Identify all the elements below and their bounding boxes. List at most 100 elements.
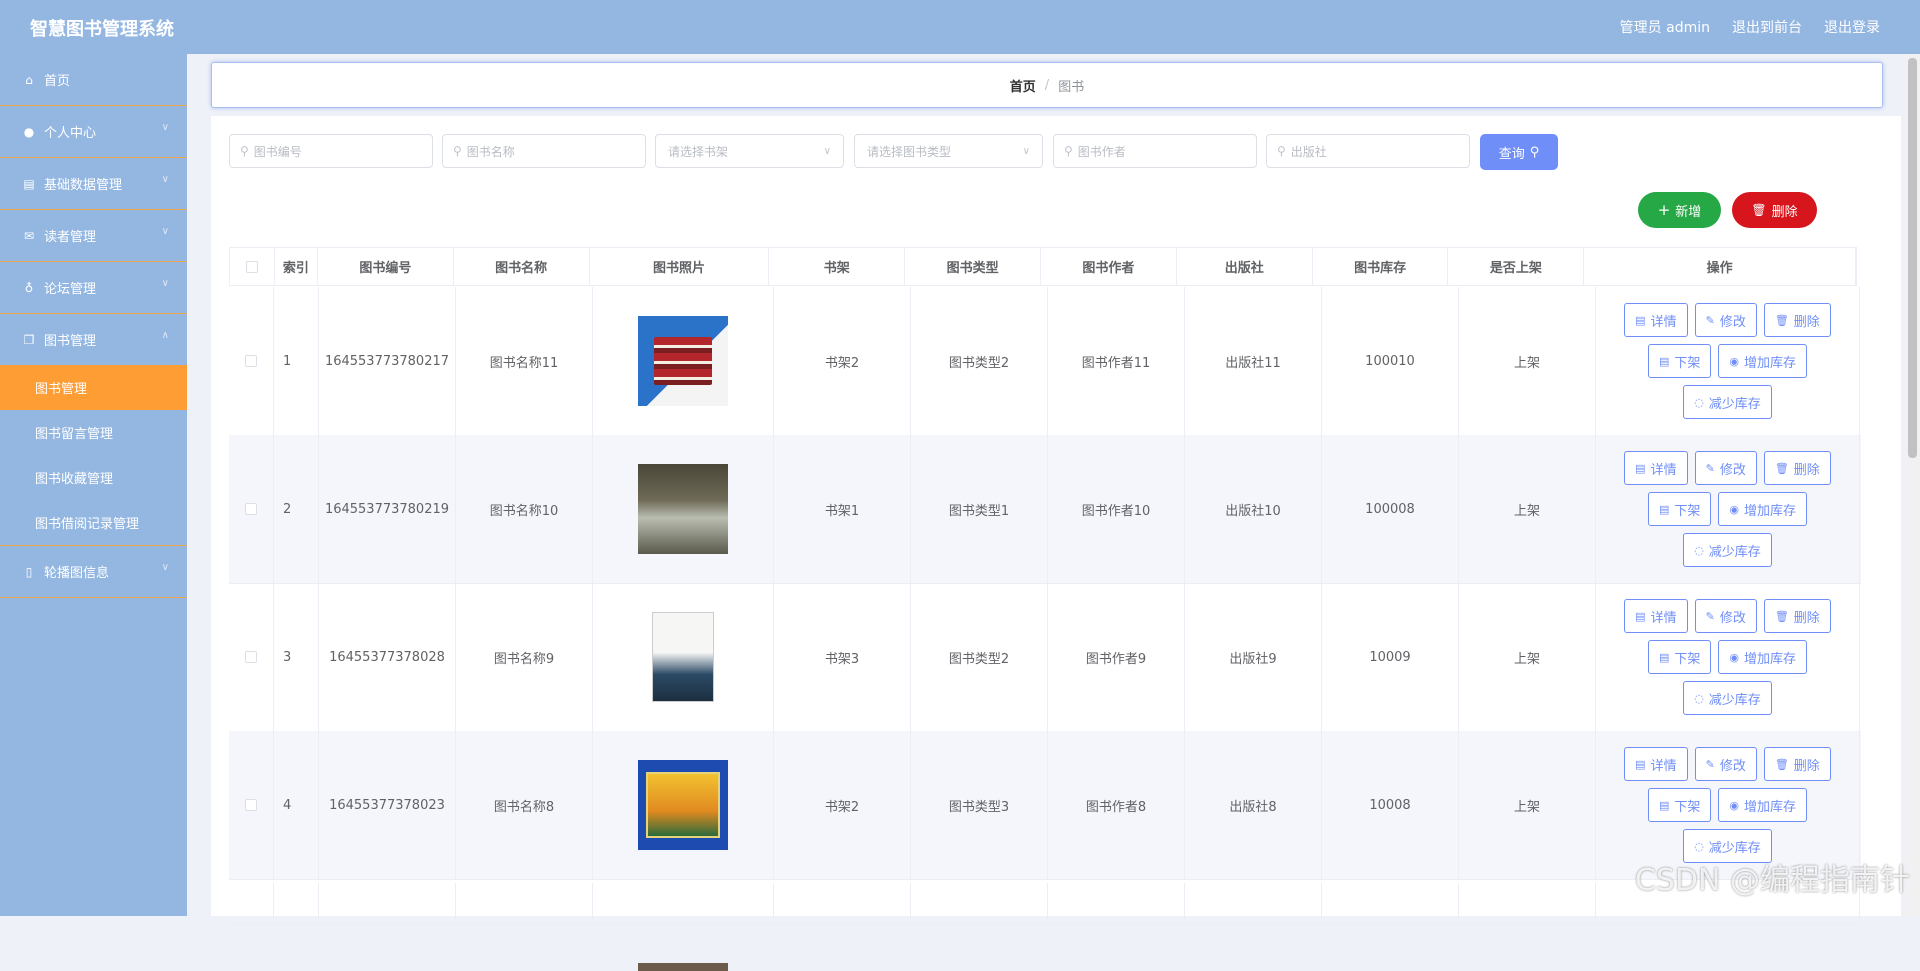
location-icon: ◉: [1729, 354, 1739, 368]
edit-button[interactable]: ✎ 修改: [1694, 451, 1757, 485]
add-stock-button[interactable]: ◉ 增加库存: [1718, 344, 1808, 378]
cell-shelf: 书架2: [774, 287, 911, 435]
op-label: 删除: [1793, 610, 1820, 626]
sidebar-subitem-borrow-records[interactable]: 图书借阅记录管理: [0, 500, 187, 546]
shelf-select[interactable]: 请选择书架 ∨: [655, 134, 844, 168]
reduce-stock-button[interactable]: ◌ 减少库存: [1683, 533, 1772, 567]
row-checkbox[interactable]: [245, 355, 257, 367]
edit-button[interactable]: ✎ 修改: [1694, 303, 1757, 337]
logout-link[interactable]: 退出登录: [1824, 17, 1880, 37]
bulb-icon: ◌: [1694, 543, 1704, 557]
op-label: 增加库存: [1744, 355, 1797, 371]
cell-stock: 100010: [1322, 287, 1459, 435]
add-label: 新增: [1675, 204, 1702, 220]
offshelf-button[interactable]: ▤ 下架: [1647, 640, 1712, 674]
breadcrumb-separator: /: [1044, 77, 1050, 93]
delete-button[interactable]: 🗑 删除: [1763, 303, 1831, 337]
offshelf-button[interactable]: ▤ 下架: [1647, 788, 1712, 822]
table-row: [229, 883, 1861, 971]
offshelf-button[interactable]: ▤ 下架: [1647, 344, 1712, 378]
location-icon: ◉: [1729, 798, 1739, 812]
sidebar-item-readers[interactable]: ✉ 读者管理 ∨: [0, 210, 187, 262]
cell-stock: 100008: [1322, 435, 1459, 583]
document-icon: ▤: [1635, 609, 1646, 623]
edit-button[interactable]: ✎ 修改: [1694, 599, 1757, 633]
cell-status: 上架: [1459, 583, 1596, 731]
edit-icon: ✎: [1705, 313, 1715, 327]
add-button[interactable]: + 新增: [1638, 192, 1721, 228]
detail-button[interactable]: ▤ 详情: [1624, 451, 1688, 485]
exit-to-front-link[interactable]: 退出到前台: [1732, 17, 1802, 37]
sidebar-item-label: 图书管理: [44, 334, 97, 349]
add-stock-button[interactable]: ◉ 增加库存: [1718, 788, 1808, 822]
plus-icon: +: [1657, 201, 1671, 219]
reduce-stock-button[interactable]: ◌ 减少库存: [1683, 385, 1772, 419]
select-all-checkbox[interactable]: [245, 260, 258, 273]
sidebar-item-basic-data[interactable]: ▤ 基础数据管理 ∨: [0, 158, 187, 210]
row-checkbox[interactable]: [245, 651, 257, 663]
batch-delete-button[interactable]: 🗑 删除: [1732, 192, 1817, 228]
scrollbar-thumb[interactable]: [1908, 58, 1917, 458]
cell-book-no: 164553773780217: [319, 287, 456, 435]
book-type-select[interactable]: 请选择图书类型 ∨: [854, 134, 1043, 168]
app-title: 智慧图书管理系统: [30, 19, 174, 40]
edit-icon: ✎: [1705, 757, 1715, 771]
cell-book-type: 图书类型3: [911, 731, 1048, 879]
publisher-search-input[interactable]: ⚲ 出版社: [1266, 134, 1470, 168]
add-stock-button[interactable]: ◉ 增加库存: [1718, 640, 1808, 674]
cell-book-type: 图书类型2: [911, 583, 1048, 731]
detail-button[interactable]: ▤ 详情: [1624, 303, 1688, 337]
cell-book-type: 图书类型2: [911, 287, 1048, 435]
op-label: 减少库存: [1708, 544, 1761, 560]
book-image: [638, 963, 728, 971]
trash-icon: 🗑: [1751, 203, 1767, 217]
top-bar: 智慧图书管理系统 管理员 admin 退出到前台 退出登录: [0, 0, 1920, 54]
delete-button[interactable]: 🗑 删除: [1763, 599, 1831, 633]
sidebar-subitem-book-favorites[interactable]: 图书收藏管理: [0, 455, 187, 500]
sidebar-subitem-book-comments[interactable]: 图书留言管理: [0, 410, 187, 455]
vertical-scrollbar[interactable]: [1905, 54, 1920, 916]
sidebar-item-personal-center[interactable]: ● 个人中心 ∨: [0, 106, 187, 158]
sidebar-item-forum[interactable]: ♁ 论坛管理 ∨: [0, 262, 187, 314]
sidebar-subitem-label: 图书收藏管理: [35, 472, 114, 487]
query-button[interactable]: 查询 ⚲: [1480, 134, 1558, 170]
delete-button[interactable]: 🗑 删除: [1763, 747, 1831, 781]
edit-button[interactable]: ✎ 修改: [1694, 747, 1757, 781]
offshelf-button[interactable]: ▤ 下架: [1647, 492, 1712, 526]
sidebar-item-home[interactable]: ⌂ 首页: [0, 54, 187, 106]
book-no-search-input[interactable]: ⚲ 图书编号: [229, 134, 433, 168]
op-label: 下架: [1674, 355, 1701, 371]
phone-icon: ▯: [25, 564, 33, 579]
detail-button[interactable]: ▤ 详情: [1624, 747, 1688, 781]
cell-status: 上架: [1459, 287, 1596, 435]
trash-icon: 🗑: [1774, 609, 1789, 623]
cell-book-type: 图书类型1: [911, 435, 1048, 583]
search-icon: ⚲: [1277, 144, 1286, 158]
sidebar-subitem-book-management[interactable]: 图书管理: [0, 365, 187, 410]
delete-button[interactable]: 🗑 删除: [1763, 451, 1831, 485]
reduce-stock-button[interactable]: ◌ 减少库存: [1683, 681, 1772, 715]
microphone-icon: ♁: [24, 280, 34, 295]
op-label: 删除: [1793, 462, 1820, 478]
cell-book-image: [593, 287, 774, 435]
book-name-search-input[interactable]: ⚲ 图书名称: [442, 134, 646, 168]
document-icon: ▤: [1658, 650, 1670, 664]
column-header: 操作: [1584, 248, 1856, 285]
author-search-input[interactable]: ⚲ 图书作者: [1053, 134, 1257, 168]
column-header: 是否上架: [1448, 248, 1585, 285]
breadcrumb-home[interactable]: 首页: [1010, 76, 1036, 95]
op-label: 减少库存: [1708, 396, 1761, 412]
row-checkbox[interactable]: [245, 799, 257, 811]
op-label: 删除: [1793, 758, 1820, 774]
cell-author: 图书作者11: [1048, 287, 1185, 435]
sidebar: ⌂ 首页 ● 个人中心 ∨ ▤ 基础数据管理 ∨ ✉ 读者管理 ∨ ♁ 论坛管理…: [0, 54, 187, 916]
op-label: 详情: [1650, 462, 1677, 478]
cell-book-image: [593, 731, 774, 879]
row-checkbox[interactable]: [245, 503, 257, 515]
column-header: 图书照片: [590, 248, 770, 285]
add-stock-button[interactable]: ◉ 增加库存: [1718, 492, 1808, 526]
sidebar-item-carousel[interactable]: ▯ 轮播图信息 ∨: [0, 546, 187, 598]
detail-button[interactable]: ▤ 详情: [1624, 599, 1688, 633]
sidebar-item-books[interactable]: ❐ 图书管理 ∧: [0, 314, 187, 365]
cell-publisher: 出版社8: [1185, 731, 1322, 879]
